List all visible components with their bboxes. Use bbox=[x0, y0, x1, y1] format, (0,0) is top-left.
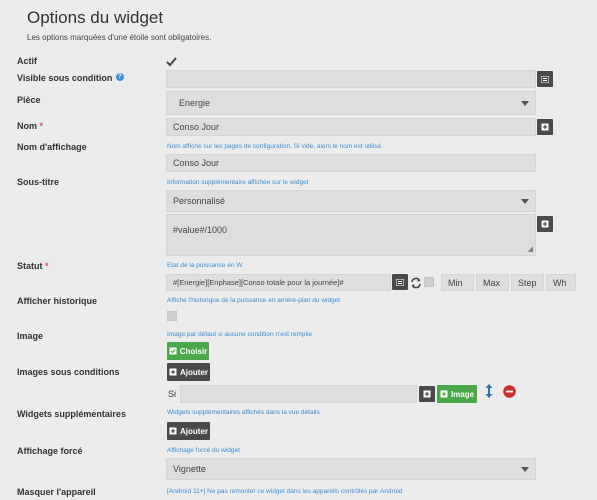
piece-select[interactable]: Energie bbox=[166, 91, 536, 115]
historique-label: Afficher historique bbox=[17, 296, 98, 306]
images-conditions-label: Images sous conditions bbox=[17, 367, 120, 377]
visible-label: Visible sous condition ? bbox=[17, 73, 124, 83]
image-button-label: Image bbox=[450, 389, 475, 399]
nom-affichage-help: Nom affiché sur les pages de configurati… bbox=[167, 143, 383, 150]
sous-titre-label: Sous-titre bbox=[17, 177, 60, 187]
remove-condition-icon[interactable] bbox=[503, 385, 516, 403]
masquer-label: Masquer l'appareil bbox=[17, 487, 96, 497]
resize-handle-icon[interactable]: ◢ bbox=[528, 246, 533, 253]
plus-square-icon bbox=[541, 220, 549, 228]
statut-max-input[interactable]: Max bbox=[476, 274, 509, 291]
nom-input[interactable]: Conso Jour bbox=[166, 118, 536, 136]
chevron-down-icon bbox=[521, 199, 529, 204]
actif-label: Actif bbox=[17, 56, 37, 66]
historique-checkbox[interactable] bbox=[167, 311, 177, 321]
widgets-supp-add-button[interactable]: Ajouter bbox=[167, 422, 210, 440]
checkmark-icon bbox=[166, 57, 177, 67]
visible-condition-input[interactable] bbox=[166, 70, 536, 88]
statut-step-input[interactable]: Step bbox=[511, 274, 544, 291]
sous-titre-select-value: Personnalisé bbox=[173, 196, 226, 206]
statut-list-button[interactable] bbox=[392, 274, 408, 290]
widgets-supp-add-label: Ajouter bbox=[180, 426, 208, 436]
affichage-force-label: Affichage forcé bbox=[17, 446, 83, 456]
image-condition-add-button[interactable] bbox=[419, 386, 435, 402]
affichage-force-value: Vignette bbox=[173, 464, 206, 474]
chevron-down-icon bbox=[521, 101, 529, 106]
image-condition-input[interactable] bbox=[180, 385, 417, 403]
masquer-help: [Android 11+] Ne pas remonter ce widget … bbox=[167, 488, 403, 495]
si-label: Si bbox=[168, 389, 177, 399]
visible-label-text: Visible sous condition bbox=[17, 73, 113, 83]
page-subtitle: Les options marquées d'une étoile sont o… bbox=[27, 33, 212, 42]
help-icon: ? bbox=[115, 73, 124, 81]
statut-checkbox[interactable] bbox=[424, 277, 434, 287]
sous-titre-select[interactable]: Personnalisé bbox=[166, 190, 536, 212]
plus-square-icon bbox=[169, 368, 177, 376]
plus-square-icon bbox=[541, 123, 549, 131]
nom-affichage-label: Nom d'affichage bbox=[17, 142, 87, 152]
sous-titre-text-value: #value#/1000 bbox=[173, 225, 228, 235]
affichage-force-select[interactable]: Vignette bbox=[166, 458, 536, 480]
statut-help: Etat de la puissance en W bbox=[167, 262, 243, 269]
refresh-icon[interactable] bbox=[410, 276, 422, 294]
required-mark: * bbox=[39, 121, 44, 131]
list-icon bbox=[541, 75, 549, 83]
check-square-icon bbox=[169, 347, 177, 355]
choisir-button-label: Choisir bbox=[179, 346, 208, 356]
widgets-supp-label: Widgets supplémentaires bbox=[17, 409, 126, 419]
plus-square-icon bbox=[169, 427, 177, 435]
sous-titre-add-button[interactable] bbox=[537, 216, 553, 232]
images-conditions-add-label: Ajouter bbox=[180, 367, 208, 377]
image-label: Image bbox=[17, 331, 44, 341]
piece-select-value: Energie bbox=[179, 98, 211, 108]
statut-min-input[interactable]: Min bbox=[441, 274, 474, 291]
condition-list-button[interactable] bbox=[537, 71, 553, 87]
sous-titre-textarea[interactable]: #value#/1000 ◢ bbox=[166, 214, 536, 256]
choisir-button[interactable]: Choisir bbox=[167, 342, 209, 360]
plus-square-icon bbox=[440, 390, 448, 398]
image-condition-image-button[interactable]: Image bbox=[437, 385, 477, 403]
images-conditions-add-button[interactable]: Ajouter bbox=[167, 363, 210, 381]
chevron-down-icon bbox=[521, 467, 529, 472]
page-title: Options du widget bbox=[27, 8, 164, 27]
sous-titre-help: Information supplémentaire affichée sur … bbox=[167, 179, 309, 186]
sort-arrows-icon[interactable] bbox=[485, 384, 493, 403]
required-mark: * bbox=[45, 261, 49, 271]
nom-add-button[interactable] bbox=[537, 119, 553, 135]
affichage-force-help: Affichage forcé du widget bbox=[167, 447, 240, 454]
widgets-supp-help: Widgets supplémentaires affichés dans la… bbox=[167, 409, 320, 416]
plus-square-icon bbox=[423, 390, 431, 398]
statut-command-input[interactable]: #[Energie][Enphase][Conso totale pour la… bbox=[166, 274, 391, 291]
piece-label: Pièce bbox=[17, 95, 41, 105]
historique-help: Affiche l'historique de la puissance en … bbox=[167, 297, 341, 304]
nom-label-text: Nom bbox=[17, 121, 37, 131]
nom-affichage-input[interactable]: Conso Jour bbox=[166, 154, 536, 172]
statut-label: Statut * bbox=[17, 261, 49, 271]
list-icon bbox=[396, 278, 404, 286]
statut-unit-input[interactable]: Wh bbox=[546, 274, 576, 291]
image-help: Image par défaut si aucune condition n'e… bbox=[167, 331, 313, 338]
nom-label: Nom * bbox=[17, 121, 43, 131]
statut-label-text: Statut bbox=[17, 261, 43, 271]
